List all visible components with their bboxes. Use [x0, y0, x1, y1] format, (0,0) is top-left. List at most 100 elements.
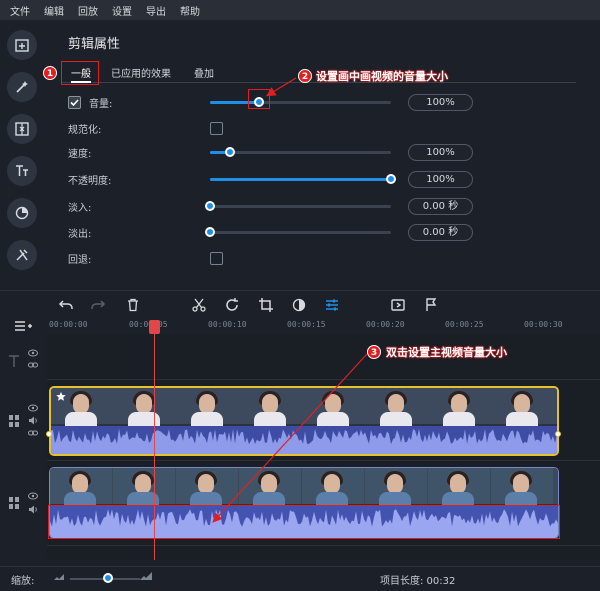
eye-icon[interactable] [28, 349, 38, 360]
main-track-icon [8, 496, 20, 513]
speed-slider[interactable] [210, 147, 391, 157]
add-track-button[interactable] [14, 319, 32, 336]
opacity-value[interactable]: 100% [408, 171, 473, 188]
split-button[interactable] [188, 294, 210, 316]
speaker-icon[interactable] [28, 416, 38, 428]
normalize-label: 规范化: [68, 125, 102, 136]
project-length: 项目长度: 00:32 [380, 576, 456, 587]
pip-audio-waveform [51, 426, 557, 454]
color-icon [292, 298, 306, 312]
annotation-note: 设置画中画视频的音量大小 [316, 70, 448, 83]
reverse-checkbox[interactable] [210, 252, 223, 265]
star-icon [55, 391, 67, 403]
more-tools-button[interactable] [7, 240, 37, 270]
pip-video-clip[interactable] [49, 386, 559, 456]
marker-icon [426, 298, 437, 311]
speed-row: 速度: 100% [47, 142, 600, 162]
rotate-button[interactable] [221, 294, 243, 316]
eye-icon[interactable] [28, 404, 38, 415]
fade-in-value[interactable]: 0.00 秒 [408, 198, 473, 215]
menu-export[interactable]: 导出 [146, 3, 166, 18]
color-adjust-button[interactable] [288, 294, 310, 316]
redo-button[interactable] [87, 294, 109, 316]
eye-icon[interactable] [28, 492, 38, 503]
track-divider [47, 460, 600, 461]
speed-value[interactable]: 100% [408, 144, 473, 161]
zoom-label: 缩放: [11, 576, 35, 587]
thumbnail [177, 388, 239, 426]
add-marker-button[interactable] [420, 294, 442, 316]
opacity-slider-knob[interactable] [386, 174, 396, 184]
time-ruler[interactable]: 00:00:00 00:00:05 00:00:10 00:00:15 00:0… [47, 320, 600, 334]
crop-button[interactable] [255, 294, 277, 316]
volume-keyframe-handle[interactable] [46, 431, 52, 437]
checkmark-icon [70, 99, 79, 107]
cut-icon [192, 298, 206, 312]
fade-out-slider[interactable] [205, 227, 391, 237]
tab-applied-effects[interactable]: 已应用的效果 [111, 65, 171, 80]
panel-divider[interactable] [0, 290, 600, 291]
ruler-label: 00:00:00 [49, 320, 88, 329]
filters-button[interactable] [7, 198, 37, 228]
rotate-icon [226, 298, 238, 311]
annotation-badge: 1 [43, 66, 57, 80]
tab-overlay[interactable]: 叠加 [194, 65, 214, 80]
undo-button[interactable] [55, 294, 77, 316]
thumbnail [239, 468, 301, 506]
thumbnail [366, 388, 428, 426]
opacity-row: 不透明度: 100% [47, 169, 600, 189]
effects-button[interactable] [7, 72, 37, 102]
fade-in-slider-knob[interactable] [205, 201, 215, 211]
zoom-out-icon[interactable] [54, 573, 64, 584]
annotation-note: 双击设置主视频音量大小 [386, 346, 507, 359]
transition-icon [15, 122, 29, 136]
clip-adjust-button[interactable] [321, 294, 343, 316]
delete-button[interactable] [122, 294, 144, 316]
zoom-slider-knob[interactable] [103, 573, 113, 583]
titles-button[interactable] [7, 156, 37, 186]
thumbnail [428, 468, 490, 506]
volume-row: 音量: 100% [47, 92, 600, 112]
link-icon[interactable] [28, 361, 38, 372]
volume-slider[interactable] [210, 97, 391, 107]
status-bar: 缩放: 项目长度: 00:32 [0, 566, 600, 591]
zoom-in-icon[interactable] [140, 572, 152, 584]
main-clip-thumbnails [50, 468, 558, 506]
fade-in-row: 淡入: 0.00 秒 [47, 196, 600, 216]
volume-keyframe-handle[interactable] [555, 431, 561, 437]
normalize-checkbox[interactable] [210, 122, 223, 135]
thumbnail [492, 388, 554, 426]
menu-playback[interactable]: 回放 [78, 3, 98, 18]
opacity-slider[interactable] [210, 174, 396, 184]
text-icon [16, 165, 28, 176]
redo-icon [91, 300, 106, 309]
menu-file[interactable]: 文件 [10, 3, 30, 18]
pip-clip-thumbnails [51, 388, 557, 426]
volume-value[interactable]: 100% [408, 94, 473, 111]
volume-checkbox[interactable] [68, 96, 81, 109]
fade-out-value[interactable]: 0.00 秒 [408, 224, 473, 241]
menu-edit[interactable]: 编辑 [44, 3, 64, 18]
playhead-handle[interactable] [149, 320, 160, 334]
track-divider [47, 545, 600, 546]
annotation-box-main-audio [48, 505, 560, 539]
menu-settings[interactable]: 设置 [112, 3, 132, 18]
speaker-icon[interactable] [28, 505, 38, 517]
speed-slider-knob[interactable] [224, 147, 235, 157]
reverse-row: 回退: [47, 248, 600, 268]
fade-in-slider[interactable] [205, 201, 391, 211]
thumbnail [302, 468, 364, 506]
thumbnail [176, 468, 238, 506]
ruler-label: 00:00:30 [524, 320, 563, 329]
import-button[interactable] [7, 30, 37, 60]
timeline-toolbar [47, 294, 600, 316]
menu-help[interactable]: 帮助 [180, 3, 200, 18]
clip-properties-icon [391, 299, 405, 311]
link-icon[interactable] [28, 429, 38, 440]
transitions-button[interactable] [7, 114, 37, 144]
reverse-label: 回退: [68, 255, 92, 266]
fade-out-slider-knob[interactable] [205, 227, 215, 237]
delete-icon [128, 298, 138, 312]
clip-properties-button[interactable] [387, 294, 409, 316]
magic-wand-icon [16, 81, 28, 93]
